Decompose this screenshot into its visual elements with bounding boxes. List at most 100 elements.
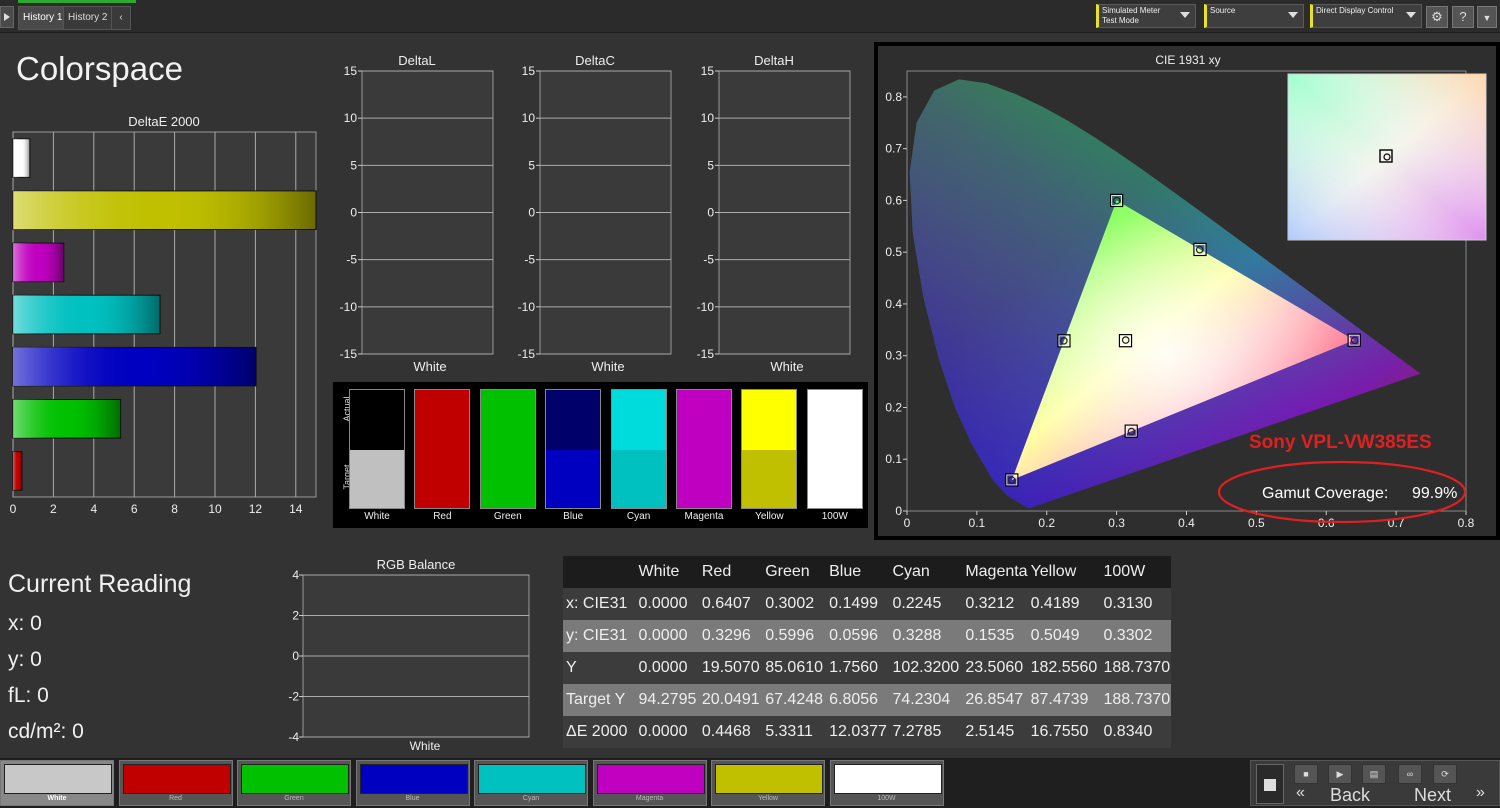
swatch-label: Red [169, 795, 182, 802]
swatch-actual [742, 390, 797, 450]
table-cell: 0.0000 [638, 595, 688, 612]
bottom-swatch-green[interactable]: Green [237, 760, 351, 806]
x-tick-label: 8 [171, 502, 178, 516]
y-tick-label: 0.2 [885, 400, 902, 414]
table-cell: 0.0596 [829, 627, 879, 644]
bottom-swatch-magenta[interactable]: Magenta [592, 760, 707, 806]
settings-button[interactable]: ⚙ [1426, 6, 1448, 28]
x-tick-label: 0.1 [969, 516, 986, 530]
swatch-cyan [610, 389, 667, 509]
x-tick-label: 0.3 [1108, 516, 1125, 530]
next-button[interactable]: Next » [1404, 784, 1496, 805]
refresh-button[interactable]: ⟳ [1433, 764, 1457, 784]
table-header-cell: Magenta [965, 563, 1028, 580]
x-tick-label: 2 [50, 502, 57, 516]
meter-dropdown[interactable]: Simulated Meter Test Mode [1096, 4, 1196, 28]
bottom-swatch-red[interactable]: Red [118, 760, 233, 806]
table-header-cell: 100W [1103, 563, 1146, 580]
table-cell: 23.5060 [965, 659, 1024, 676]
bottom-swatch-yellow[interactable]: Yellow [711, 760, 825, 806]
deltae-bar-shade [13, 138, 30, 178]
play-icon: ▶ [1336, 769, 1344, 779]
table-header-cell: Green [765, 563, 810, 580]
y-tick-label: -5 [346, 253, 357, 267]
back-button[interactable]: « Back [1292, 784, 1402, 805]
x-tick-label: 4 [90, 502, 97, 516]
swatch-green [479, 389, 536, 509]
table-row: x: CIE31 0.0000 0.6407 0.3002 0.1499 0.2245 0.… [563, 588, 1171, 620]
table-header-cell: White [638, 563, 680, 580]
source-dropdown[interactable]: Source [1204, 4, 1304, 28]
save-button[interactable]: ▤ [1362, 764, 1386, 784]
table-cell: 5.3311 [765, 723, 813, 740]
record-icon: ■ [1303, 769, 1309, 779]
page-title: Colorspace [16, 50, 183, 87]
tab-scroll-left[interactable]: ‹ [111, 6, 131, 30]
table-cell: 182.5560 [1030, 659, 1098, 676]
swatch-target [611, 450, 666, 508]
table-cell: 67.4248 [765, 691, 824, 708]
record-button[interactable]: ■ [1294, 764, 1318, 784]
swatch-100w [806, 389, 863, 509]
table-cell: 26.8547 [965, 691, 1024, 708]
swatch-red [414, 389, 471, 509]
deltae-bar-shade [13, 399, 121, 439]
table-cell: 20.0491 [701, 691, 760, 708]
bottom-swatch-blue[interactable]: Blue [355, 760, 470, 806]
expand-button[interactable]: ▼ [1477, 6, 1497, 28]
source-label: Source [1210, 6, 1236, 15]
delta-chart-xlabel: White [591, 359, 624, 374]
swatch-magenta [676, 389, 732, 509]
x-tick-label: 0.8 [1458, 516, 1475, 530]
table-cell: 0.4468 [701, 723, 751, 740]
stop-button[interactable] [1256, 764, 1284, 804]
next-label: Next [1414, 785, 1452, 805]
table-cell: 74.2304 [892, 691, 951, 708]
y-tick-label: 10 [522, 111, 536, 125]
reading-x: x: 0 [8, 612, 42, 635]
tab-history-2[interactable]: History 2 [63, 6, 113, 30]
model-annotation: Sony VPL-VW385ES [1249, 432, 1432, 453]
table-header-cell: Red [701, 563, 732, 580]
swatch-yellow [741, 389, 798, 509]
rgb-balance-xlabel: White [410, 739, 441, 753]
y-tick-label: -15 [340, 347, 358, 361]
swatch-actual [546, 390, 601, 450]
swatch-color [241, 764, 349, 794]
gear-icon: ⚙ [1431, 9, 1443, 24]
direct-display-dropdown[interactable]: Direct Display Control [1310, 4, 1422, 28]
chevron-down-icon: ▼ [1482, 13, 1492, 23]
deltae-title: DeltaE 2000 [128, 114, 200, 129]
play-measure-button[interactable]: ▶ [1328, 764, 1352, 784]
y-tick-label: 0 [895, 504, 902, 518]
y-tick-label: 15 [344, 64, 358, 78]
play-button[interactable] [0, 6, 14, 28]
x-tick-label: 0.5 [1248, 516, 1265, 530]
swatch-label: Green [284, 795, 304, 802]
loop-button[interactable]: ∞ [1398, 764, 1422, 784]
y-tick-label: -4 [288, 730, 299, 744]
chevron-left-icon: « [1296, 784, 1305, 801]
swatch-label: Blue [405, 795, 420, 802]
row-label: Y [566, 659, 577, 676]
swatch-blue [545, 389, 602, 509]
table-cell: 0.8340 [1103, 723, 1153, 740]
y-tick-label: 0 [528, 206, 535, 220]
chevron-right-icon: » [1476, 784, 1485, 801]
x-tick-label: 6 [131, 502, 138, 516]
bottom-swatch-100w[interactable]: 100W [829, 760, 944, 806]
bottom-swatch-cyan[interactable]: Cyan [474, 760, 588, 806]
reading-fl: fL: 0 [8, 684, 49, 707]
swatch-label: Blue [563, 511, 584, 522]
chevron-down-icon [1180, 12, 1190, 18]
coverage-label: Gamut Coverage: [1262, 485, 1388, 502]
bottom-swatch-white[interactable]: White [0, 760, 114, 806]
table-cell: 0.3130 [1103, 595, 1153, 612]
swatch-actual [480, 390, 535, 450]
table-cell: 0.3302 [1103, 627, 1153, 644]
tab-history-1[interactable]: History 1 [18, 6, 68, 30]
help-button[interactable]: ? [1452, 6, 1474, 28]
table-cell: 85.0610 [765, 659, 824, 676]
y-tick-label: 5 [350, 158, 357, 172]
help-icon: ? [1459, 9, 1467, 24]
